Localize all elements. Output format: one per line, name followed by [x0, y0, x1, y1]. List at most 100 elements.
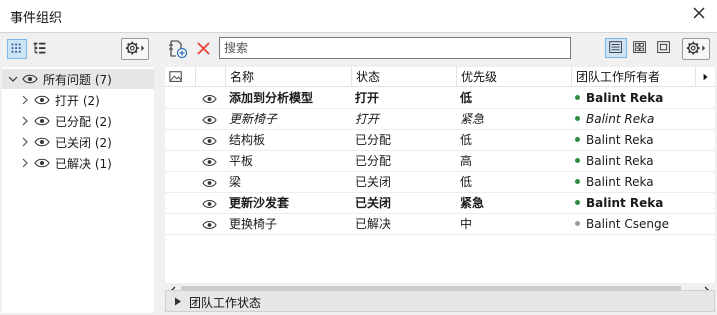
- right-settings-button[interactable]: [682, 38, 710, 60]
- table-row[interactable]: 更换椅子 已解决 中 Balint Csenge: [165, 214, 715, 235]
- eye-icon[interactable]: [202, 220, 217, 230]
- cell-status: 已解决: [355, 217, 392, 231]
- new-issue-button[interactable]: [166, 38, 188, 59]
- gear-icon: [125, 41, 145, 55]
- cell-name: 更新沙发套: [229, 196, 290, 210]
- eye-icon[interactable]: [34, 137, 50, 147]
- search-input[interactable]: [219, 37, 571, 59]
- cell-status: 已关闭: [355, 196, 392, 210]
- eye-icon[interactable]: [202, 157, 217, 167]
- issue-table: 名称 状态 优先级 团队工作所有者 添加到分析模型 打开低 Balint Reka 更…: [165, 67, 715, 283]
- chevron-right-icon: [703, 73, 708, 81]
- cell-priority: 高: [460, 154, 473, 168]
- table-row[interactable]: 梁 已关闭 低 Balint Reka: [165, 172, 715, 193]
- cell-owner: Balint Csenge: [571, 214, 695, 235]
- eye-icon[interactable]: [202, 178, 217, 188]
- owner-name: Balint Reka: [586, 154, 654, 168]
- cell-priority: 低: [460, 91, 473, 105]
- tree-item-resolved[interactable]: 已解决 (1): [2, 153, 154, 173]
- table-row[interactable]: 结构板 已分配 低 Balint Reka: [165, 130, 715, 151]
- table-row[interactable]: 添加到分析模型 打开 低 Balint Reka: [165, 88, 715, 109]
- cell-owner: Balint Reka: [571, 172, 695, 193]
- cell-name: 更新椅子: [229, 112, 278, 126]
- team-status-panel[interactable]: 团队工作状态: [165, 290, 715, 312]
- close-icon[interactable]: [691, 5, 707, 21]
- chevron-right-icon[interactable]: [20, 116, 30, 126]
- expand-arrow-icon[interactable]: [174, 297, 182, 306]
- tree-item-all-issues[interactable]: 所有问题 (7): [2, 69, 154, 89]
- issue-toolbar: [162, 33, 717, 63]
- tree-item-label: 已关闭 (2): [55, 135, 112, 150]
- cell-owner: Balint Reka: [571, 151, 695, 172]
- owner-status-dot: [575, 137, 580, 142]
- tile-view-icon: [633, 41, 646, 53]
- eye-icon[interactable]: [202, 115, 217, 125]
- issue-tree: 所有问题 (7) 打开 (2) 已分配 (2) 已关闭 (2) 已解决 (1): [2, 67, 154, 313]
- cell-status: 已分配: [355, 154, 392, 168]
- tree-item-open[interactable]: 打开 (2): [2, 90, 154, 110]
- owner-name: Balint Reka: [586, 196, 664, 210]
- delete-x-icon: [197, 42, 210, 55]
- tree-item-assigned[interactable]: 已分配 (2): [2, 111, 154, 131]
- left-toolbar: [2, 33, 154, 65]
- header-owner[interactable]: 团队工作所有者: [571, 67, 695, 87]
- cell-status: 已分配: [355, 133, 392, 147]
- grid-view-button[interactable]: [7, 39, 27, 59]
- chevron-right-icon[interactable]: [20, 137, 30, 147]
- cell-status: 已关闭: [355, 175, 392, 189]
- table-row[interactable]: 更新沙发套 已关闭 紧急 Balint Reka: [165, 193, 715, 214]
- chevron-down-icon[interactable]: [8, 74, 18, 84]
- eye-icon[interactable]: [34, 116, 50, 126]
- eye-icon[interactable]: [202, 136, 217, 146]
- tree-item-label: 已解决 (1): [55, 156, 112, 171]
- owner-status-dot: [575, 95, 580, 100]
- chevron-right-icon[interactable]: [20, 95, 30, 105]
- header-name[interactable]: 名称: [225, 67, 351, 87]
- left-settings-button[interactable]: [121, 38, 149, 60]
- cell-name: 平板: [229, 154, 254, 168]
- table-row[interactable]: 平板 已分配 高 Balint Reka: [165, 151, 715, 172]
- header-eye-column[interactable]: [195, 67, 225, 87]
- tree-list-icon: [33, 42, 46, 54]
- owner-name: Balint Reka: [586, 133, 654, 147]
- cell-owner: Balint Reka: [571, 88, 695, 109]
- eye-icon[interactable]: [22, 74, 38, 84]
- title-bar: 事件组织: [0, 0, 717, 32]
- tree-view-button[interactable]: [30, 39, 50, 59]
- cell-status: 打开: [355, 112, 380, 126]
- tile-view-button[interactable]: [629, 38, 651, 58]
- cell-owner: Balint Reka: [571, 193, 695, 214]
- tree-item-label: 打开 (2): [55, 93, 100, 108]
- cell-priority: 紧急: [460, 112, 485, 126]
- owner-name: Balint Reka: [586, 91, 664, 105]
- image-icon: [169, 71, 182, 82]
- header-status[interactable]: 状态: [351, 67, 456, 87]
- header-image-column[interactable]: [165, 67, 195, 87]
- cell-name: 更换椅子: [229, 217, 278, 231]
- list-view-button[interactable]: [605, 38, 627, 58]
- tree-item-closed[interactable]: 已关闭 (2): [2, 132, 154, 152]
- eye-icon[interactable]: [202, 199, 217, 209]
- list-view-icon: [609, 41, 622, 53]
- window-title: 事件组织: [10, 11, 63, 26]
- eye-icon[interactable]: [34, 158, 50, 168]
- delete-issue-button[interactable]: [192, 38, 214, 58]
- table-header: 名称 状态 优先级 团队工作所有者: [165, 67, 715, 87]
- right-pane: 名称 状态 优先级 团队工作所有者 添加到分析模型打开低Balint Reka更…: [162, 33, 717, 315]
- tree-item-label: 已分配 (2): [55, 114, 112, 129]
- chevron-right-icon[interactable]: [20, 158, 30, 168]
- single-view-button[interactable]: [653, 38, 675, 58]
- team-status-label: 团队工作状态: [189, 296, 262, 310]
- owner-status-dot: [575, 158, 580, 163]
- cell-priority: 低: [460, 175, 473, 189]
- owner-name: Balint Reka: [586, 112, 655, 126]
- header-more[interactable]: [695, 67, 715, 87]
- header-priority[interactable]: 优先级: [456, 67, 571, 87]
- table-row[interactable]: 更新椅子 打开 紧急 Balint Reka: [165, 109, 715, 130]
- owner-status-dot: [575, 116, 580, 121]
- eye-icon[interactable]: [202, 94, 217, 104]
- eye-icon[interactable]: [34, 95, 50, 105]
- owner-name: Balint Csenge: [586, 217, 669, 231]
- owner-status-dot: [575, 179, 580, 184]
- cell-owner: Balint Reka: [571, 109, 695, 130]
